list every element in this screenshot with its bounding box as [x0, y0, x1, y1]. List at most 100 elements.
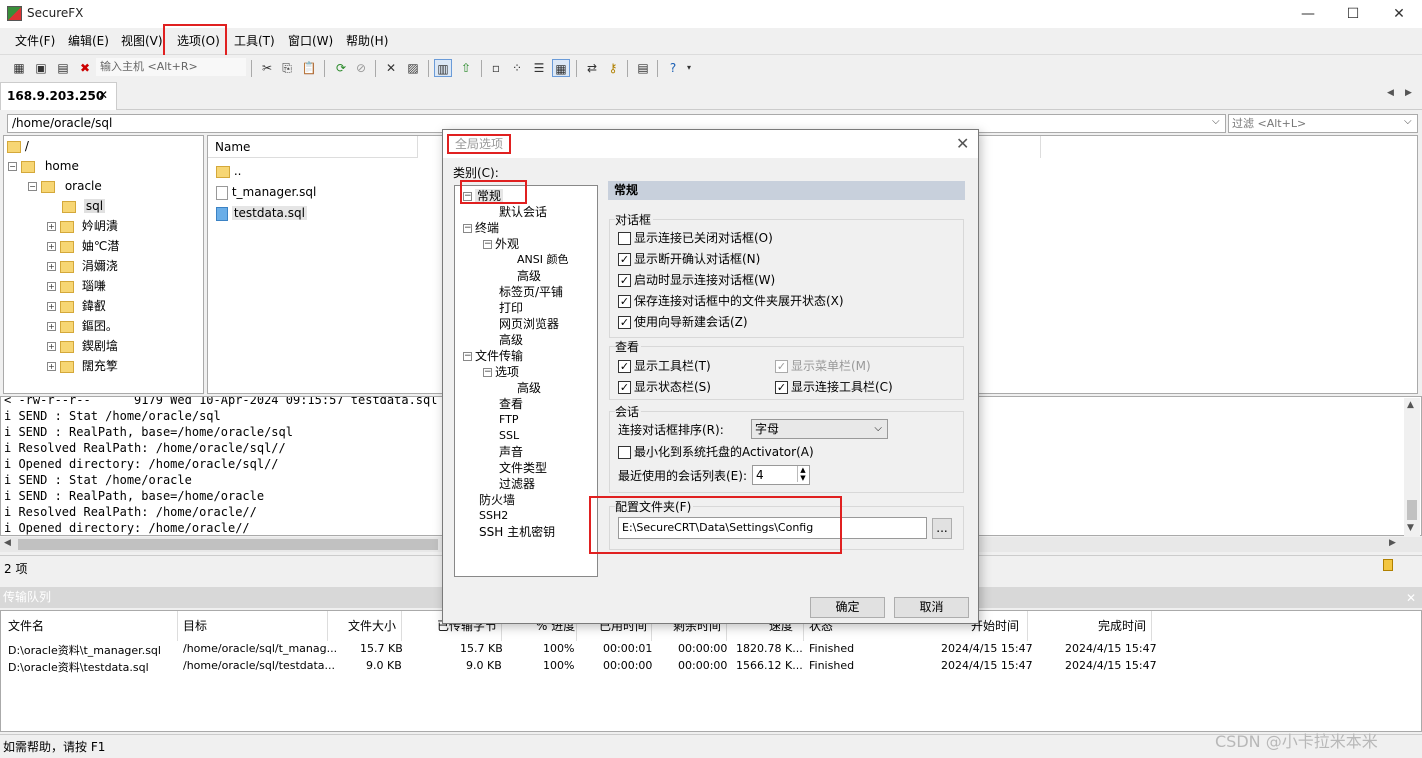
stop-icon[interactable]: ⊘: [352, 59, 370, 77]
tab-scroll-right-icon[interactable]: ▶: [1405, 88, 1412, 98]
checkbox-show-toolbar[interactable]: ✓ 显示工具栏(T): [618, 358, 711, 374]
filter-field[interactable]: 过滤 <Alt+L>: [1228, 114, 1418, 133]
category-item[interactable]: 声音: [499, 444, 523, 460]
menu-help[interactable]: 帮助(H): [340, 32, 394, 51]
path-dropdown-icon[interactable]: ⌵: [1212, 116, 1220, 127]
cancel-button[interactable]: 取消: [894, 597, 969, 618]
scroll-down-icon[interactable]: ▼: [1407, 523, 1414, 533]
scroll-up-icon[interactable]: ▲: [1407, 400, 1414, 410]
help-icon[interactable]: ?: [664, 59, 682, 77]
expand-icon[interactable]: +: [47, 262, 56, 271]
tree-item[interactable]: + 瑙嗛: [47, 276, 106, 296]
checkbox-use-wizard[interactable]: ✓ 使用向导新建会话(Z): [618, 314, 748, 330]
checkmark-icon[interactable]: ✓: [618, 360, 631, 373]
checkbox-box[interactable]: [618, 446, 631, 459]
menu-view[interactable]: 视图(V): [115, 32, 169, 51]
category-item[interactable]: − 外观: [483, 236, 519, 252]
expand-icon[interactable]: +: [47, 242, 56, 251]
checkbox-save-folder-state[interactable]: ✓ 保存连接对话框中的文件夹展开状态(X): [618, 293, 844, 309]
tree-item[interactable]: + 鍏叡: [47, 296, 106, 316]
collapse-icon[interactable]: −: [483, 240, 492, 249]
col-header[interactable]: 文件大小: [348, 617, 396, 634]
category-item[interactable]: 过滤器: [499, 476, 535, 492]
category-item[interactable]: − 文件传输: [463, 348, 523, 364]
connect-icon[interactable]: ▦: [10, 59, 28, 77]
maximize-button[interactable]: ☐: [1330, 0, 1376, 28]
category-item[interactable]: SSH2: [479, 508, 508, 524]
file-row-selected[interactable]: testdata.sql: [216, 203, 307, 223]
tree-item[interactable]: − home: [8, 156, 79, 176]
category-item[interactable]: 网页浏览器: [499, 316, 559, 332]
minimize-button[interactable]: —: [1285, 0, 1331, 28]
expand-icon[interactable]: +: [47, 302, 56, 311]
filter-dropdown-icon[interactable]: ⌵: [1404, 116, 1412, 127]
paste-icon[interactable]: 📋: [300, 59, 318, 77]
category-tree[interactable]: − 常规 默认会话 − 终端 − 外观 ANSI 颜色 高级 标签页/平铺 打印 网页…: [454, 185, 598, 577]
category-item[interactable]: 高级: [517, 380, 541, 396]
tab-scroll-left-icon[interactable]: ◀: [1387, 88, 1394, 98]
menu-edit[interactable]: 编辑(E): [62, 32, 115, 51]
details-view-icon[interactable]: ▦: [552, 59, 570, 77]
tree-item-selected[interactable]: sql: [62, 196, 106, 216]
reconnect-icon[interactable]: ▤: [54, 59, 72, 77]
disconnect-icon[interactable]: ✖: [76, 59, 94, 77]
dialog-close-icon[interactable]: ✕: [956, 134, 969, 153]
tree-item[interactable]: + 妗岄潰: [47, 216, 118, 236]
tree-item[interactable]: − oracle: [28, 176, 102, 196]
spinner-arrows-icon[interactable]: ▲ ▼: [797, 466, 808, 482]
expand-icon[interactable]: +: [47, 342, 56, 351]
file-row[interactable]: ..: [216, 161, 241, 181]
close-window-button[interactable]: ✕: [1376, 0, 1422, 28]
category-item[interactable]: 防火墙: [479, 492, 515, 508]
collapse-icon[interactable]: −: [463, 224, 472, 233]
collapse-icon[interactable]: −: [28, 182, 37, 191]
category-item[interactable]: 默认会话: [499, 204, 547, 220]
tree-item[interactable]: /: [7, 136, 29, 156]
quick-connect-icon[interactable]: ▣: [32, 59, 50, 77]
checkbox-show-statusbar[interactable]: ✓ 显示状态栏(S): [618, 379, 711, 395]
list-view-icon[interactable]: ☰: [530, 59, 548, 77]
checkmark-icon[interactable]: ✓: [618, 274, 631, 287]
checkbox-minimize-to-tray[interactable]: 最小化到系统托盘的Activator(A): [618, 444, 814, 460]
checkmark-icon[interactable]: ✓: [618, 253, 631, 266]
menu-tools[interactable]: 工具(T): [228, 32, 281, 51]
column-header-name[interactable]: Name: [208, 136, 418, 158]
small-icons-icon[interactable]: ⁘: [508, 59, 526, 77]
category-item[interactable]: SSH 主机密钥: [479, 524, 555, 540]
category-item[interactable]: FTP: [499, 412, 519, 428]
category-item[interactable]: 查看: [499, 396, 523, 412]
col-header[interactable]: 文件名: [8, 617, 44, 634]
scroll-thumb[interactable]: [18, 539, 438, 550]
checkmark-icon[interactable]: ✓: [618, 381, 631, 394]
checkbox-box[interactable]: [618, 232, 631, 245]
category-item[interactable]: − 选项: [483, 364, 519, 380]
host-input[interactable]: 输入主机 <Alt+R>: [96, 58, 246, 76]
tree-item[interactable]: + 闊充箰: [47, 356, 118, 376]
scroll-right-icon[interactable]: ▶: [1389, 538, 1396, 548]
sort-order-select[interactable]: 字母 ⌵: [751, 419, 888, 439]
folder-tree[interactable]: / − home − oracle sql + 妗岄潰 + 妯℃澘 + 涓嬭浇 …: [3, 135, 204, 394]
tree-item[interactable]: + 鍥剧墖: [47, 336, 118, 356]
category-item[interactable]: 标签页/平铺: [499, 284, 563, 300]
properties-icon[interactable]: ▨: [404, 59, 422, 77]
checkbox-show-connection-closed[interactable]: 显示连接已关闭对话框(O): [618, 230, 773, 246]
menu-window[interactable]: 窗口(W): [282, 32, 339, 51]
file-row[interactable]: t_manager.sql: [216, 182, 316, 202]
tab-close-icon[interactable]: ✕: [98, 88, 108, 102]
transfer-queue-icon[interactable]: ▤: [634, 59, 652, 77]
category-item[interactable]: SSL: [499, 428, 519, 444]
scroll-left-icon[interactable]: ◀: [4, 538, 11, 548]
large-icons-icon[interactable]: ▫: [487, 59, 505, 77]
checkmark-icon[interactable]: ✓: [618, 316, 631, 329]
log-vertical-scrollbar[interactable]: ▲ ▼: [1404, 398, 1420, 536]
menu-file[interactable]: 文件(F): [9, 32, 61, 51]
category-item[interactable]: 高级: [499, 332, 523, 348]
category-item[interactable]: 文件类型: [499, 460, 547, 476]
refresh-icon[interactable]: ⟳: [332, 59, 350, 77]
checkbox-show-connect-toolbar[interactable]: ✓ 显示连接工具栏(C): [775, 379, 893, 395]
checkmark-icon[interactable]: ✓: [618, 295, 631, 308]
collapse-icon[interactable]: −: [463, 352, 472, 361]
col-header[interactable]: 目标: [183, 617, 207, 634]
expand-icon[interactable]: +: [47, 222, 56, 231]
tree-item[interactable]: + 涓嬭浇: [47, 256, 118, 276]
